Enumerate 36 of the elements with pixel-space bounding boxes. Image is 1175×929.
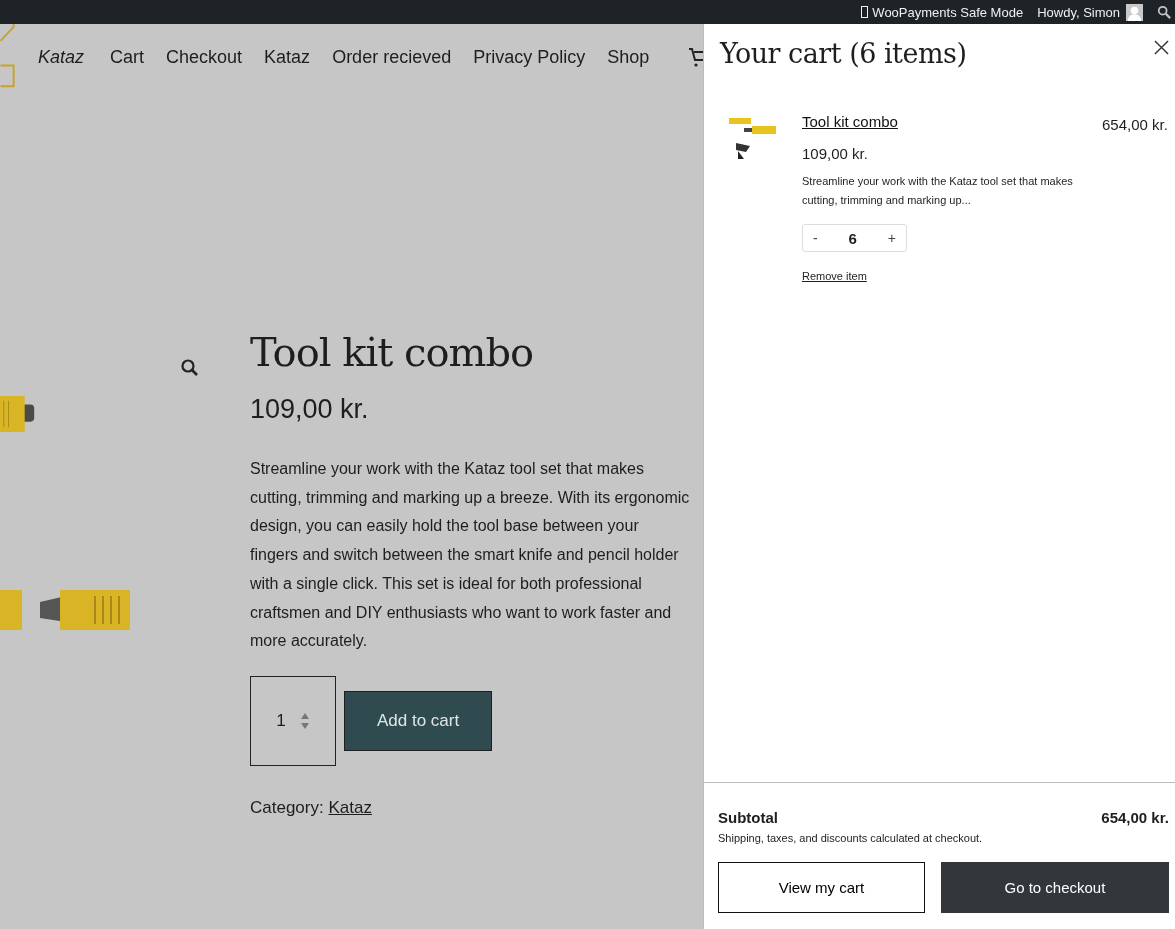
product-description: Streamline your work with the Kataz tool set that makes cutting, trimming and marking up a breeze. With its ergonomic design, you can easily hold the tool base between your fingers and switch between the smart knife and pencil holder with a single click. This set is ideal for both professional craftsmen and DIY enthusiasts who want to work faster and more accurately. [250, 459, 690, 652]
nav-link[interactable]: Cart [110, 46, 145, 68]
avatar-icon[interactable] [1126, 3, 1143, 21]
zoom-icon[interactable] [180, 358, 200, 378]
product-title: Tool kit combo [250, 330, 535, 374]
quantity-value: 6 [848, 229, 857, 247]
product-summary: Streamline your work with the Kataz tool set that makes cutting, trimming and marking up... [802, 174, 1074, 208]
checkout-note: Shipping, taxes, and discounts calculated at checkout. [718, 832, 984, 844]
decrease-button[interactable]: - [807, 230, 824, 246]
quantity-stepper[interactable]: - 6 + [802, 224, 907, 252]
nav-link[interactable]: Shop [607, 46, 650, 68]
quantity-field[interactable]: 1 [250, 675, 336, 766]
subtotal-label: Subtotal [718, 809, 778, 826]
add-to-cart-button[interactable]: Add to cart [344, 690, 493, 751]
nav-link[interactable]: Order recieved [332, 46, 452, 68]
product-price: 109,00 kr. [250, 394, 370, 425]
increase-button[interactable]: + [881, 230, 902, 246]
search-icon[interactable] [1157, 5, 1171, 19]
category-label: Category: [250, 797, 324, 817]
nav-link[interactable]: Kataz [264, 46, 311, 68]
safe-mode-link[interactable]: WooPayments Safe Mode [872, 4, 1024, 20]
cart-title: Your cart (6 items) [720, 38, 967, 69]
view-cart-button[interactable]: View my cart [718, 862, 925, 913]
nav-link[interactable]: Privacy Policy [473, 46, 586, 68]
subtotal-value: 654,00 kr. [1101, 809, 1169, 826]
close-icon[interactable] [1153, 40, 1169, 55]
remove-item-link[interactable]: Remove item [802, 270, 867, 282]
account-link[interactable]: Howdy, Simon [1037, 4, 1120, 20]
spinner-arrows-icon[interactable] [299, 711, 310, 730]
category-link[interactable]: Kataz [328, 797, 372, 817]
unit-price: 109,00 kr. [802, 145, 869, 162]
line-total: 654,00 kr. [1102, 116, 1168, 135]
site-title[interactable]: Kataz [38, 46, 85, 68]
product-link[interactable]: Tool kit combo [802, 113, 898, 130]
nav-link[interactable]: Checkout [166, 46, 243, 68]
checkout-button[interactable]: Go to checkout [941, 862, 1169, 913]
